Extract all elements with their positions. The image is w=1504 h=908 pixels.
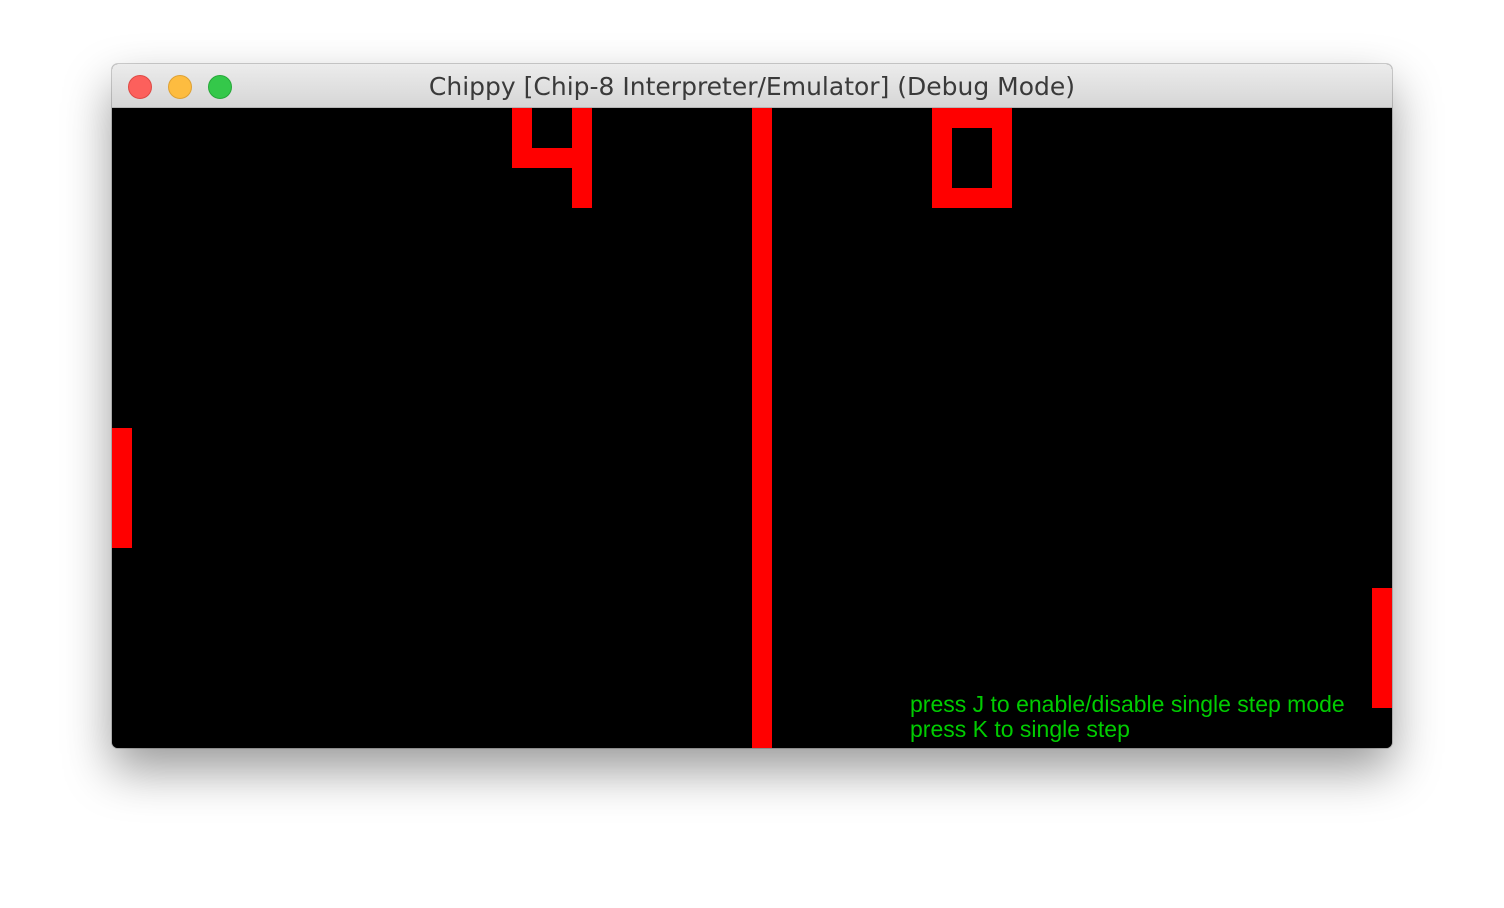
score-pixel bbox=[512, 108, 532, 168]
center-net bbox=[752, 108, 772, 748]
right-paddle bbox=[1372, 588, 1392, 708]
score-pixel bbox=[932, 128, 952, 188]
window-title: Chippy [Chip-8 Interpreter/Emulator] (De… bbox=[428, 72, 1076, 101]
debug-instruction-line2: press K to single step bbox=[910, 716, 1130, 742]
score-pixel bbox=[532, 148, 572, 168]
score-pixel bbox=[992, 128, 1012, 188]
emulator-window: Chippy [Chip-8 Interpreter/Emulator] (De… bbox=[112, 64, 1392, 748]
debug-overlay: press J to enable/disable single step mo… bbox=[910, 692, 1345, 742]
game-screen[interactable]: press J to enable/disable single step mo… bbox=[112, 108, 1392, 748]
score-pixel bbox=[932, 188, 1012, 208]
debug-instruction-line1: press J to enable/disable single step mo… bbox=[910, 691, 1345, 717]
score-pixel bbox=[932, 108, 1012, 128]
left-paddle bbox=[112, 428, 132, 548]
title-bar[interactable]: Chippy [Chip-8 Interpreter/Emulator] (De… bbox=[112, 64, 1392, 108]
score-pixel bbox=[572, 108, 592, 208]
